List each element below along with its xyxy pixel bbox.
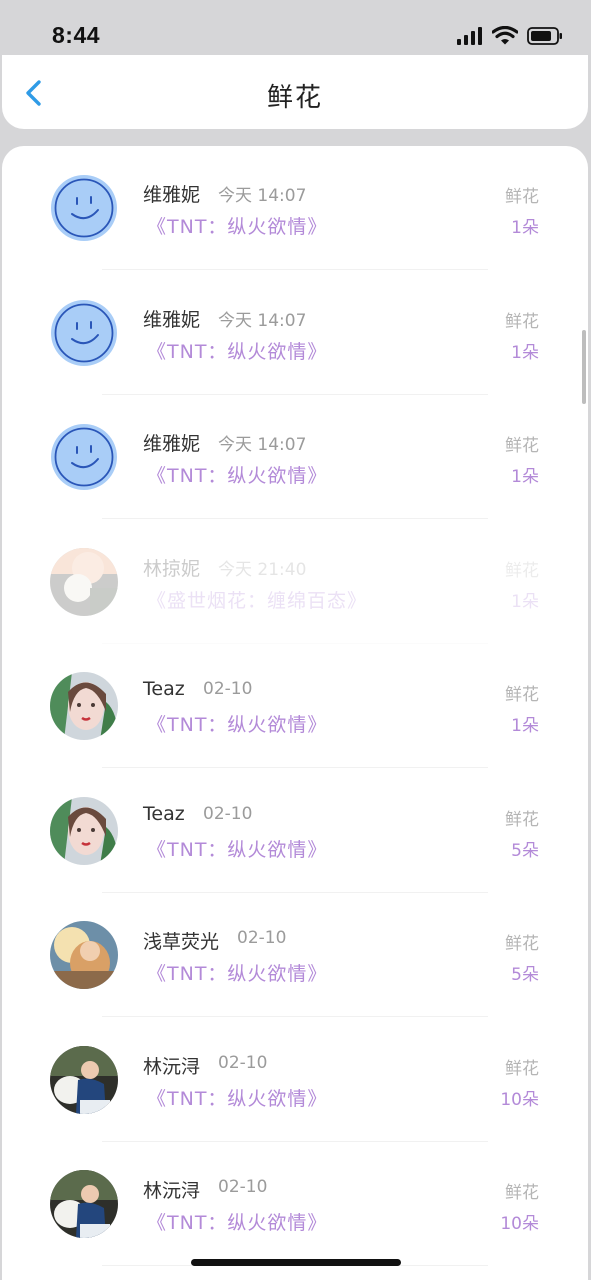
gift-type-label: 鲜花 xyxy=(505,685,539,705)
gift-row[interactable]: 浅草荧光 02-10 《TNT：纵火欲情》 鲜花 5朵 xyxy=(2,893,588,1017)
username[interactable]: 浅草荧光 xyxy=(143,927,219,954)
gift-count: 10朵 xyxy=(500,1214,539,1234)
username[interactable]: 林掠妮 xyxy=(143,554,200,581)
avatar[interactable] xyxy=(50,1170,118,1238)
timestamp: 02-10 xyxy=(203,803,253,824)
avatar[interactable] xyxy=(50,796,118,865)
gift-row[interactable]: 维雅妮 今天 14:07 《TNT：纵火欲情》 鲜花 1朵 xyxy=(2,146,588,270)
wifi-icon xyxy=(492,26,518,45)
avatar[interactable] xyxy=(50,672,118,740)
gift-type-label: 鲜花 xyxy=(505,1183,539,1203)
avatar[interactable] xyxy=(50,423,118,491)
gift-row[interactable]: 林沅浔 02-10 《TNT：纵火欲情》 鲜花 10朵 xyxy=(2,1018,588,1142)
username[interactable]: 维雅妮 xyxy=(143,305,200,332)
gift-count: 1朵 xyxy=(511,218,539,238)
gift-title-link[interactable]: 《TNT：纵火欲情》 xyxy=(147,1208,327,1235)
username[interactable]: 林沅浔 xyxy=(143,1052,200,1079)
gift-count: 1朵 xyxy=(511,342,539,363)
gift-row[interactable]: 林沅浔 02-10 《TNT：纵火欲情》 鲜花 10朵 xyxy=(2,1142,588,1266)
gift-row[interactable]: 维雅妮 今天 14:07 《TNT：纵火欲情》 鲜花 1朵 xyxy=(2,395,588,519)
gift-count: 5朵 xyxy=(511,840,539,861)
gift-count: 1朵 xyxy=(511,467,539,487)
gift-title-link[interactable]: 《TNT：纵火欲情》 xyxy=(147,461,327,488)
gift-title-link[interactable]: 《TNT：纵火欲情》 xyxy=(147,1084,327,1111)
gift-count: 10朵 xyxy=(500,1089,539,1110)
timestamp: 今天 14:07 xyxy=(218,310,307,331)
gift-type-label: 鲜花 xyxy=(505,311,539,332)
status-bar: 8:44 xyxy=(0,0,591,54)
flower-gift-list: 维雅妮 今天 14:07 《TNT：纵火欲情》 鲜花 1朵 维雅妮 今天 14:07 《TNT… xyxy=(2,146,588,1280)
gift-title-link[interactable]: 《盛世烟花：缠绵百态》 xyxy=(147,586,367,613)
avatar[interactable] xyxy=(50,174,118,242)
gift-title-link[interactable]: 《TNT：纵火欲情》 xyxy=(147,959,327,986)
gift-count: 1朵 xyxy=(511,716,539,736)
gift-count: 1朵 xyxy=(511,591,539,612)
timestamp: 今天 14:07 xyxy=(218,186,307,206)
timestamp: 今天 14:07 xyxy=(218,435,307,455)
gift-type-label: 鲜花 xyxy=(505,809,539,830)
status-icons xyxy=(457,26,563,45)
avatar[interactable] xyxy=(50,299,118,367)
cellular-signal-icon xyxy=(457,26,482,45)
gift-type-label: 鲜花 xyxy=(505,1058,539,1079)
status-time: 8:44 xyxy=(52,22,101,48)
username[interactable]: 维雅妮 xyxy=(143,180,200,207)
gift-row[interactable]: Teaz 02-10 《TNT：纵火欲情》 鲜花 1朵 xyxy=(2,644,588,768)
gift-type-label: 鲜花 xyxy=(505,436,539,456)
username[interactable]: 维雅妮 xyxy=(143,429,200,456)
gift-title-link[interactable]: 《TNT：纵火欲情》 xyxy=(147,710,327,737)
scrollbar[interactable] xyxy=(582,330,586,404)
username[interactable]: Teaz xyxy=(143,803,185,825)
gift-row[interactable]: Teaz 02-10 《TNT：纵火欲情》 鲜花 5朵 xyxy=(2,769,588,893)
avatar[interactable] xyxy=(50,1045,118,1114)
gift-type-label: 鲜花 xyxy=(505,560,539,581)
timestamp: 今天 21:40 xyxy=(218,559,307,580)
gift-row[interactable]: 维雅妮 今天 14:07 《TNT：纵火欲情》 鲜花 1朵 xyxy=(2,271,588,395)
timestamp: 02-10 xyxy=(237,928,287,948)
gift-title-link[interactable]: 《TNT：纵火欲情》 xyxy=(147,337,327,364)
avatar[interactable] xyxy=(50,921,118,989)
username[interactable]: 林沅浔 xyxy=(143,1176,200,1203)
timestamp: 02-10 xyxy=(218,1052,268,1073)
timestamp: 02-10 xyxy=(218,1177,268,1197)
gift-type-label: 鲜花 xyxy=(505,187,539,207)
home-indicator[interactable] xyxy=(191,1259,401,1266)
gift-type-label: 鲜花 xyxy=(505,934,539,954)
gift-title-link[interactable]: 《TNT：纵火欲情》 xyxy=(147,835,327,862)
gift-row[interactable]: 林掠妮 今天 21:40 《盛世烟花：缠绵百态》 鲜花 1朵 xyxy=(2,520,588,644)
page-title: 鲜花 xyxy=(266,83,323,113)
battery-icon xyxy=(527,26,562,45)
username[interactable]: Teaz xyxy=(143,678,185,700)
timestamp: 02-10 xyxy=(203,679,253,699)
avatar[interactable] xyxy=(50,547,118,616)
navigation-bar: 鲜花 xyxy=(2,55,588,129)
gift-title-link[interactable]: 《TNT：纵火欲情》 xyxy=(147,212,327,239)
gift-count: 5朵 xyxy=(511,965,539,985)
